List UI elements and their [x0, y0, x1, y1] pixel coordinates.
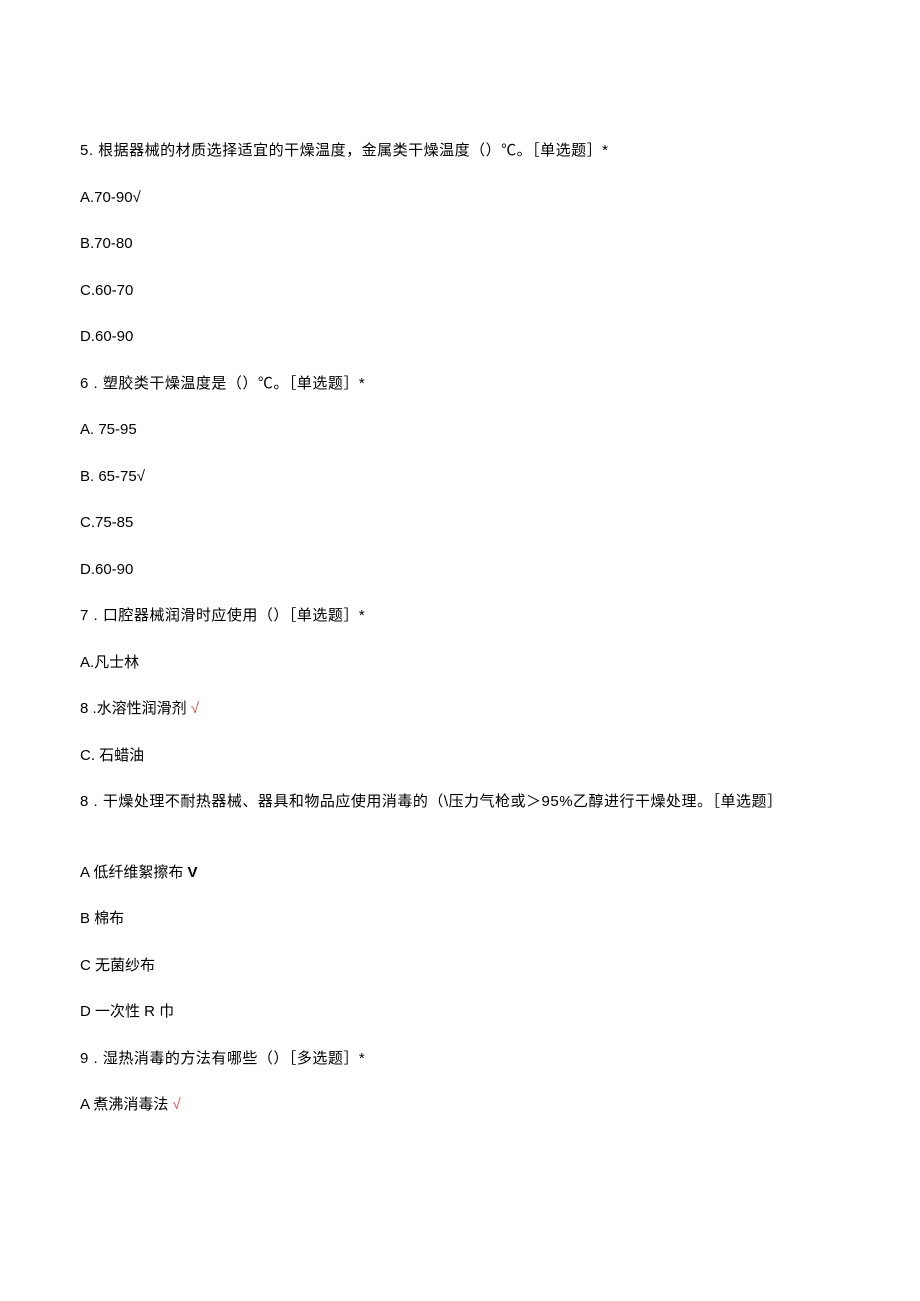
- q5-option-a: A.70-90√: [80, 187, 840, 210]
- q6-d-text: D.60-90: [80, 561, 133, 578]
- question-8: 8 . 干燥处理不耐热器械、器具和物品应使用消毒的（\压力气枪或＞95%乙醇进行…: [80, 791, 840, 814]
- check-icon: √: [191, 700, 199, 717]
- q8-option-c: C 无菌纱布: [80, 955, 840, 978]
- q6-b-text: B. 65-75√: [80, 468, 145, 485]
- question-6: 6 . 塑胶类干燥温度是（）℃。［单选题］*: [80, 373, 840, 396]
- q5-b-text: B.70-80: [80, 235, 133, 252]
- q6-option-d: D.60-90: [80, 559, 840, 582]
- q9-option-a: A 煮沸消毒法 √: [80, 1094, 840, 1117]
- q7-option-c: C. 石蜡油: [80, 745, 840, 768]
- q8-text: 8 . 干燥处理不耐热器械、器具和物品应使用消毒的（\压力气枪或＞95%乙醇进行…: [80, 791, 840, 814]
- q7-option-a: A.凡士林: [80, 652, 840, 675]
- q5-a-text: A.70-90√: [80, 189, 141, 206]
- q7-text: 7 . 口腔器械润滑时应使用（）［单选题］*: [80, 605, 840, 628]
- q6-c-text: C.75-85: [80, 514, 133, 531]
- q6-option-c: C.75-85: [80, 512, 840, 535]
- question-5: 5. 根据器械的材质选择适宜的干燥温度，金属类干燥温度（）℃。［单选题］*: [80, 140, 840, 163]
- q7-c-text: C. 石蜡油: [80, 747, 144, 764]
- q8-option-b: B 棉布: [80, 908, 840, 931]
- q5-option-d: D.60-90: [80, 326, 840, 349]
- q5-text: 5. 根据器械的材质选择适宜的干燥温度，金属类干燥温度（）℃。［单选题］*: [80, 140, 840, 163]
- q8-option-d: D 一次性 R 巾: [80, 1001, 840, 1024]
- q5-d-text: D.60-90: [80, 328, 133, 345]
- q8-c-text: C 无菌纱布: [80, 957, 155, 974]
- question-7: 7 . 口腔器械润滑时应使用（）［单选题］*: [80, 605, 840, 628]
- q5-c-text: C.60-70: [80, 282, 133, 299]
- q9-a-prefix: A 煮沸消毒法: [80, 1096, 173, 1113]
- q8-option-a: A 低纤维絮擦布 V: [80, 862, 840, 885]
- question-9: 9 . 湿热消毒的方法有哪些（）［多选题］*: [80, 1048, 840, 1071]
- check-icon: V: [188, 864, 198, 881]
- q7-a-text: A.凡士林: [80, 654, 139, 671]
- q5-option-c: C.60-70: [80, 280, 840, 303]
- q6-a-text: A. 75-95: [80, 421, 137, 438]
- q9-text: 9 . 湿热消毒的方法有哪些（）［多选题］*: [80, 1048, 840, 1071]
- q8-a-prefix: A 低纤维絮擦布: [80, 864, 188, 881]
- q6-text: 6 . 塑胶类干燥温度是（）℃。［单选题］*: [80, 373, 840, 396]
- q6-option-b: B. 65-75√: [80, 466, 840, 489]
- q8-d-text: D 一次性 R 巾: [80, 1003, 174, 1020]
- q7-option-b: 8 .水溶性润滑剂 √: [80, 698, 840, 721]
- q5-option-b: B.70-80: [80, 233, 840, 256]
- q6-option-a: A. 75-95: [80, 419, 840, 442]
- q8-b-text: B 棉布: [80, 910, 124, 927]
- check-icon: √: [173, 1096, 181, 1113]
- q7-b-prefix: 8 .水溶性润滑剂: [80, 700, 191, 717]
